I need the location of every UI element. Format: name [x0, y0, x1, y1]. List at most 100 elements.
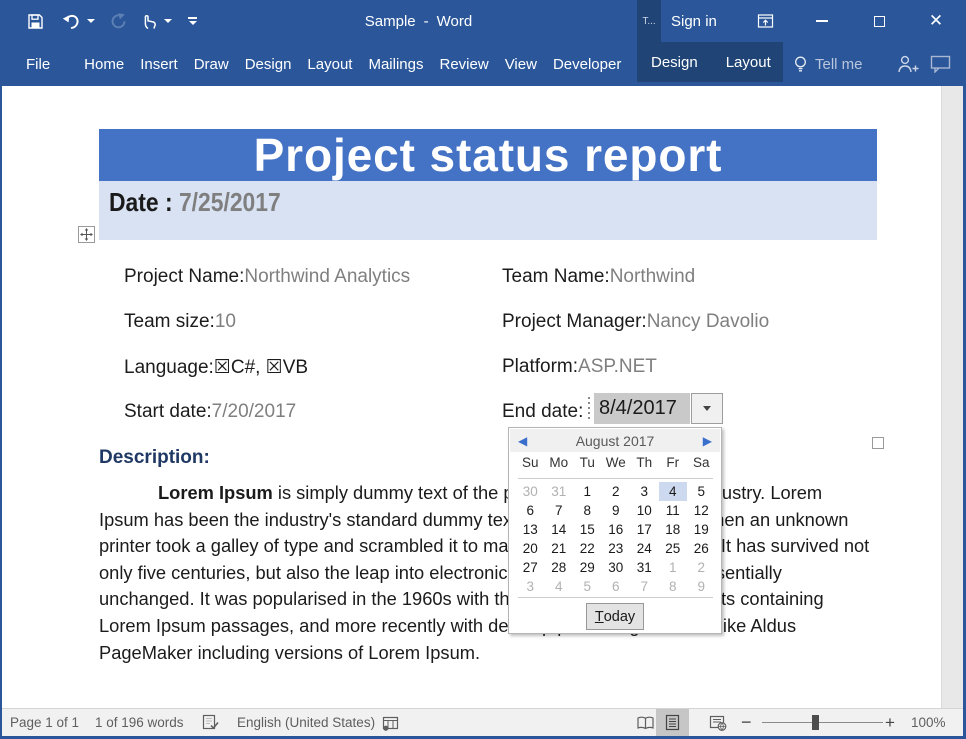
calendar-day[interactable]: 9: [602, 501, 631, 520]
tab-file[interactable]: File: [18, 42, 58, 86]
end-date-value[interactable]: 8/4/2017: [594, 393, 690, 424]
date-value[interactable]: 7/25/2017: [179, 187, 281, 217]
tab-home[interactable]: Home: [76, 42, 132, 86]
table-move-handle[interactable]: [78, 226, 95, 243]
calendar-day[interactable]: 7: [545, 501, 574, 520]
calendar-day[interactable]: 1: [573, 482, 602, 501]
proofing-status-icon[interactable]: [202, 709, 220, 736]
read-mode-button[interactable]: [636, 709, 655, 736]
print-layout-button[interactable]: [656, 709, 689, 736]
minimize-icon: [816, 20, 828, 22]
calendar-day[interactable]: 19: [687, 520, 716, 539]
tab-draw[interactable]: Draw: [186, 42, 237, 86]
calendar-day[interactable]: 10: [630, 501, 659, 520]
macro-record-icon[interactable]: [382, 709, 399, 736]
calendar-day[interactable]: 22: [573, 539, 602, 558]
calendar-day[interactable]: 3: [630, 482, 659, 501]
calendar-day[interactable]: 20: [516, 539, 545, 558]
calendar-day[interactable]: 6: [516, 501, 545, 520]
calendar-day[interactable]: 1: [659, 558, 688, 577]
sign-in-button[interactable]: Sign in: [671, 0, 717, 42]
tab-mailings[interactable]: Mailings: [360, 42, 431, 86]
table-resize-handle[interactable]: [872, 437, 884, 449]
ribbon-display-options-button[interactable]: [753, 0, 777, 42]
language-indicator[interactable]: English (United States): [237, 709, 375, 736]
comments-button[interactable]: [930, 42, 951, 86]
tab-layout[interactable]: Layout: [299, 42, 360, 86]
zoom-out-button[interactable]: −: [741, 709, 752, 736]
field-value[interactable]: 10: [215, 311, 236, 332]
tell-me-button[interactable]: Tell me: [793, 42, 863, 86]
calendar-day[interactable]: 13: [516, 520, 545, 539]
calendar-day[interactable]: 8: [659, 577, 688, 596]
next-month-button[interactable]: ▶: [703, 434, 712, 448]
calendar-day[interactable]: 5: [573, 577, 602, 596]
calendar-day[interactable]: 15: [573, 520, 602, 539]
calendar-day-selected[interactable]: 4: [659, 482, 688, 501]
minimize-button[interactable]: [810, 0, 834, 42]
calendar-day[interactable]: 11: [659, 501, 688, 520]
calendar-day[interactable]: 3: [516, 577, 545, 596]
undo-button[interactable]: [62, 13, 95, 29]
tab-insert[interactable]: Insert: [132, 42, 186, 86]
maximize-button[interactable]: [867, 0, 891, 42]
qat-customize-button[interactable]: [188, 17, 197, 25]
tab-view[interactable]: View: [497, 42, 545, 86]
today-button[interactable]: Today: [586, 603, 644, 630]
field-value[interactable]: 7/20/2017: [212, 401, 297, 422]
zoom-in-button[interactable]: +: [885, 709, 895, 736]
tab-design[interactable]: Design: [237, 42, 300, 86]
calendar-day[interactable]: 8: [573, 501, 602, 520]
calendar-day[interactable]: 28: [545, 558, 574, 577]
calendar-day[interactable]: 31: [630, 558, 659, 577]
calendar-day[interactable]: 6: [602, 577, 631, 596]
calendar-day[interactable]: 23: [602, 539, 631, 558]
calendar-day[interactable]: 26: [687, 539, 716, 558]
calendar-day[interactable]: 9: [687, 577, 716, 596]
zoom-level[interactable]: 100%: [911, 709, 946, 736]
calendar-day[interactable]: 17: [630, 520, 659, 539]
prev-month-button[interactable]: ◀: [518, 434, 527, 448]
content-control-handle[interactable]: [584, 395, 593, 421]
calendar-day[interactable]: 25: [659, 539, 688, 558]
zoom-slider-handle[interactable]: [812, 715, 819, 730]
field-value[interactable]: Northwind Analytics: [244, 266, 410, 287]
calendar-day[interactable]: 16: [602, 520, 631, 539]
field-value[interactable]: Nancy Davolio: [647, 311, 770, 332]
page-indicator[interactable]: Page 1 of 1: [10, 709, 79, 736]
calendar-day[interactable]: 4: [545, 577, 574, 596]
calendar-day[interactable]: 2: [687, 558, 716, 577]
close-button[interactable]: ✕: [924, 0, 948, 42]
zoom-slider[interactable]: [762, 722, 883, 723]
share-button[interactable]: [895, 42, 921, 86]
calendar-day[interactable]: 5: [687, 482, 716, 501]
calendar-day[interactable]: 24: [630, 539, 659, 558]
end-date-dropdown-button[interactable]: [691, 393, 723, 424]
scrollbar-area[interactable]: [941, 86, 963, 708]
calendar-day[interactable]: 27: [516, 558, 545, 577]
word-count[interactable]: 1 of 196 words: [95, 709, 184, 736]
calendar-day[interactable]: 12: [687, 501, 716, 520]
calendar-day[interactable]: 30: [602, 558, 631, 577]
calendar-day[interactable]: 2: [602, 482, 631, 501]
redo-button[interactable]: [109, 13, 127, 30]
field-value[interactable]: Northwind: [610, 266, 696, 287]
undo-caret-icon[interactable]: [87, 19, 95, 23]
calendar-day[interactable]: 21: [545, 539, 574, 558]
tab-developer[interactable]: Developer: [545, 42, 629, 86]
touch-mode-button[interactable]: [142, 12, 172, 30]
calendar-day[interactable]: 14: [545, 520, 574, 539]
field-value[interactable]: ASP.NET: [578, 356, 657, 377]
web-layout-button[interactable]: [709, 709, 727, 736]
field-value[interactable]: ☒C#, ☒VB: [214, 357, 308, 378]
contextual-tab-layout[interactable]: Layout: [726, 42, 771, 82]
touch-mode-caret-icon[interactable]: [164, 19, 172, 23]
calendar-day[interactable]: 18: [659, 520, 688, 539]
calendar-day[interactable]: 7: [630, 577, 659, 596]
tab-review[interactable]: Review: [432, 42, 497, 86]
contextual-tab-design[interactable]: Design: [651, 42, 698, 82]
save-icon[interactable]: [27, 13, 44, 30]
calendar-day[interactable]: 31: [545, 482, 574, 501]
calendar-day[interactable]: 29: [573, 558, 602, 577]
calendar-day[interactable]: 30: [516, 482, 545, 501]
